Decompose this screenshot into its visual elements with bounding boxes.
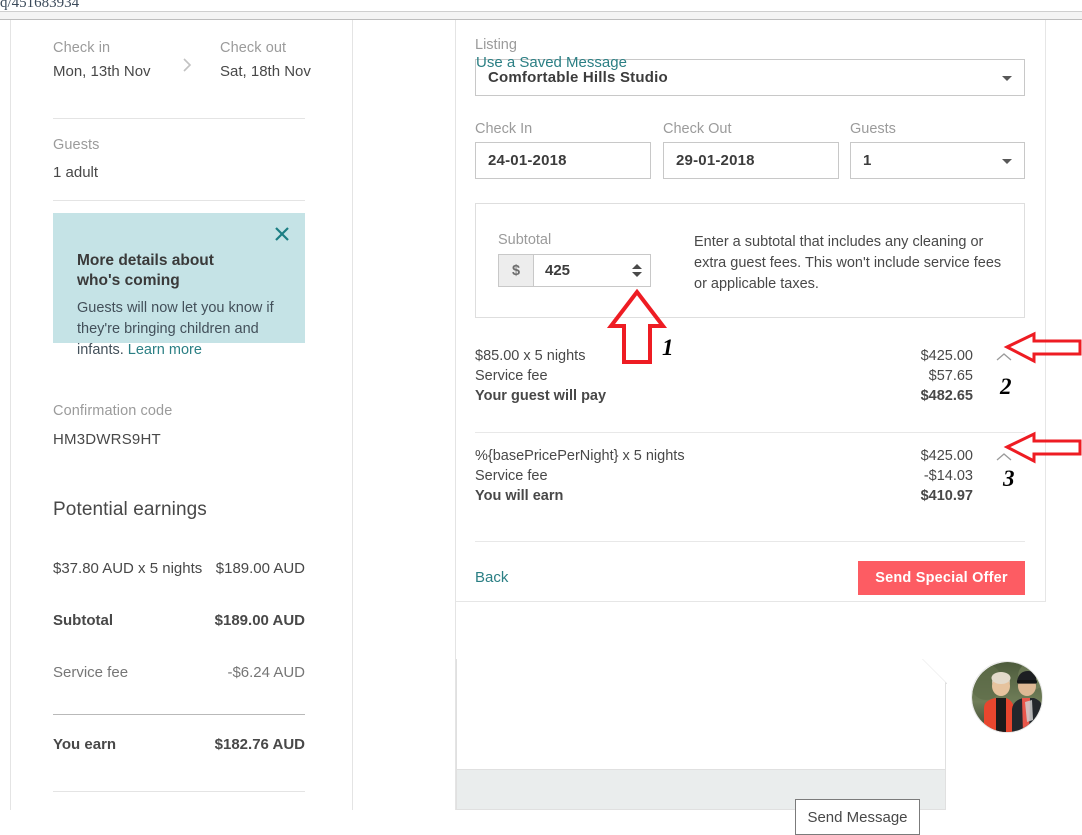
chevron-up-icon[interactable] xyxy=(993,450,1015,464)
checkout-field-label: Check Out xyxy=(663,121,732,137)
checkout-date-value: 29-01-2018 xyxy=(664,152,755,169)
breakdown-row: Service fee $57.65 xyxy=(475,368,1025,388)
page-canvas: Check in Mon, 13th Nov Check out Sat, 18… xyxy=(0,20,1082,810)
subtotal-field[interactable]: $ 425 xyxy=(498,254,651,287)
checkout-label: Check out xyxy=(220,40,286,56)
sidebar-divider xyxy=(53,200,305,201)
currency-symbol: $ xyxy=(499,255,534,286)
breakdown-desc: %{basePricePerNight} x 5 nights xyxy=(475,448,685,464)
listing-select-value: Comfortable Hills Studio xyxy=(476,69,668,86)
subtotal-label: Subtotal xyxy=(498,232,551,248)
subtotal-input[interactable]: 425 xyxy=(534,255,624,286)
breakdown-total-desc: Your guest will pay xyxy=(475,388,606,404)
message-input[interactable] xyxy=(457,659,945,768)
earnings-row-label: Service fee xyxy=(53,662,128,684)
layout-rule-middle xyxy=(352,20,353,810)
earnings-row-amount: $189.00 AUD xyxy=(155,558,305,580)
notice-body: Guests will now let you know if they're … xyxy=(77,298,285,361)
notice-title: More details about who's coming xyxy=(77,251,257,291)
breakdown-divider xyxy=(475,432,1025,433)
checkout-value: Sat, 18th Nov xyxy=(220,61,350,82)
confirmation-code-value: HM3DWRS9HT xyxy=(53,429,161,450)
guests-select[interactable]: 1 xyxy=(850,142,1025,179)
potential-earnings-title: Potential earnings xyxy=(53,499,207,521)
listing-label: Listing xyxy=(475,37,517,53)
offer-footer-divider xyxy=(475,541,1025,542)
chevron-down-icon xyxy=(1002,159,1012,164)
checkin-date-value: 24-01-2018 xyxy=(476,152,567,169)
chevron-up-icon[interactable] xyxy=(993,350,1015,364)
browser-toolbar-edge xyxy=(0,11,1082,20)
breakdown-desc: Service fee xyxy=(475,468,548,484)
earnings-total-label: You earn xyxy=(53,734,116,756)
host-price-breakdown: %{basePricePerNight} x 5 nights $425.00 … xyxy=(475,448,1025,508)
chevron-right-icon xyxy=(178,56,196,74)
checkin-field-label: Check In xyxy=(475,121,532,137)
breakdown-row-total: You will earn $410.97 xyxy=(475,488,1025,508)
breakdown-row: %{basePricePerNight} x 5 nights $425.00 xyxy=(475,448,1025,468)
sidebar-divider xyxy=(53,118,305,119)
earnings-row-amount: $189.00 AUD xyxy=(155,610,305,632)
checkin-label: Check in xyxy=(53,40,110,56)
chevron-down-icon xyxy=(1002,76,1012,81)
special-offer-panel: Listing Comfortable Hills Studio Check I… xyxy=(456,20,1046,810)
breakdown-amount: $57.65 xyxy=(929,368,973,384)
who-is-coming-notice: More details about who's coming Guests w… xyxy=(53,213,305,343)
special-offer-card: Listing Comfortable Hills Studio Check I… xyxy=(456,20,1046,602)
breakdown-total-desc: You will earn xyxy=(475,488,563,504)
subtotal-help-text: Enter a subtotal that includes any clean… xyxy=(694,232,1016,295)
send-message-button[interactable]: Send Message xyxy=(795,799,920,835)
breakdown-amount: -$14.03 xyxy=(924,468,973,484)
stepper-up-icon[interactable] xyxy=(632,264,642,269)
sidebar-divider xyxy=(53,714,305,715)
subtotal-stepper[interactable] xyxy=(624,255,650,286)
subtotal-section: Subtotal $ 425 Enter a subtotal that inc… xyxy=(475,203,1025,318)
guests-value: 1 adult xyxy=(53,162,98,183)
earnings-row-label: Subtotal xyxy=(53,610,113,632)
guest-price-breakdown: $85.00 x 5 nights $425.00 Service fee $5… xyxy=(475,348,1025,408)
breakdown-desc: Service fee xyxy=(475,368,548,384)
confirmation-code-label: Confirmation code xyxy=(53,403,172,419)
message-composer xyxy=(456,659,946,810)
breakdown-row-total: Your guest will pay $482.65 xyxy=(475,388,1025,408)
breakdown-row: Service fee -$14.03 xyxy=(475,468,1025,488)
browser-url-strip: q/451683934 xyxy=(0,0,1082,11)
breakdown-total-amount: $482.65 xyxy=(921,388,973,404)
breakdown-desc: $85.00 x 5 nights xyxy=(475,348,585,364)
sidebar-divider xyxy=(53,791,305,792)
back-link[interactable]: Back xyxy=(475,569,508,586)
stepper-down-icon[interactable] xyxy=(632,272,642,277)
guests-select-value: 1 xyxy=(851,152,872,169)
reservation-sidebar: Check in Mon, 13th Nov Check out Sat, 18… xyxy=(11,20,352,810)
avatar xyxy=(971,661,1043,733)
checkin-value: Mon, 13th Nov xyxy=(53,61,153,82)
breakdown-row: $85.00 x 5 nights $425.00 xyxy=(475,348,1025,368)
checkout-date-input[interactable]: 29-01-2018 xyxy=(663,142,839,179)
avatar-photo xyxy=(972,662,1043,733)
guests-field-label: Guests xyxy=(850,121,896,137)
url-text: q/451683934 xyxy=(0,0,79,11)
send-special-offer-button[interactable]: Send Special Offer xyxy=(858,561,1025,595)
close-icon[interactable] xyxy=(273,225,291,243)
breakdown-total-amount: $410.97 xyxy=(921,488,973,504)
earnings-total-amount: $182.76 AUD xyxy=(155,734,305,756)
use-saved-message-link[interactable]: Use a Saved Message xyxy=(476,54,627,71)
breakdown-amount: $425.00 xyxy=(921,348,973,364)
guests-label: Guests xyxy=(53,137,100,153)
learn-more-link[interactable]: Learn more xyxy=(128,342,202,358)
checkin-date-input[interactable]: 24-01-2018 xyxy=(475,142,651,179)
earnings-row-amount: -$6.24 AUD xyxy=(155,662,305,684)
breakdown-amount: $425.00 xyxy=(921,448,973,464)
